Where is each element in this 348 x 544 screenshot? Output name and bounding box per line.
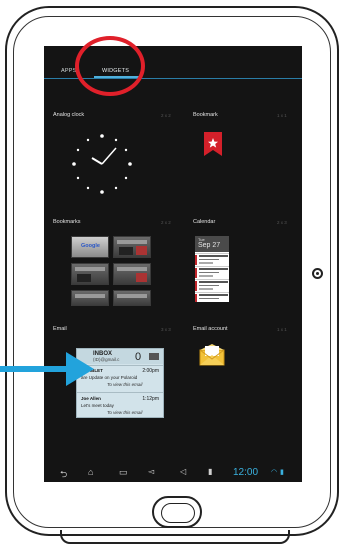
widget-size-calendar: 2 x 3 [277, 220, 287, 225]
bookmark-thumbnail [71, 263, 109, 285]
envelope-icon [149, 353, 159, 360]
email-account-icon[interactable] [199, 344, 225, 366]
recent-apps-icon[interactable]: ▭ [119, 467, 128, 478]
email-time: 1:12pm [142, 396, 159, 402]
widget-label-analog-clock: Analog clock [53, 112, 85, 118]
tab-apps[interactable]: APPS [61, 68, 76, 74]
bookmark-thumbnail [113, 263, 151, 285]
email-preview: To view this email [107, 410, 143, 415]
widget-size-email: 3 x 3 [161, 327, 171, 332]
email-account-address: (ID)@gmail.c [93, 357, 120, 362]
home-icon[interactable]: ⌂ [88, 467, 93, 477]
bookmark-thumbnail: Google [71, 236, 109, 258]
bookmark-thumbnail [113, 290, 151, 306]
widget-label-bookmarks: Bookmarks [53, 219, 81, 225]
calendar-event [195, 292, 229, 302]
screen: APPS WIDGETS Analog clock 2 x 2 Bookmark… [44, 46, 302, 482]
email-time: 2:00pm [142, 368, 159, 374]
wifi-icon: ◠ [271, 469, 278, 476]
pointer-arrow-head [66, 352, 94, 386]
battery-icon: ▮ [280, 469, 284, 476]
tablet-base [60, 530, 290, 544]
highlight-circle [75, 36, 145, 96]
analog-clock-widget[interactable] [66, 128, 138, 200]
calendar-widget[interactable]: Tue Sep 27 [195, 236, 229, 302]
calendar-event [195, 266, 229, 279]
email-subject: Let's meet today [81, 403, 114, 408]
volume-down-icon[interactable]: ◅ [148, 467, 154, 476]
bookmark-thumbnail [71, 290, 109, 306]
pointer-arrow [0, 366, 70, 372]
system-navigation-bar: ⮌ ⌂ ▭ ◅ ◁ ▮ 12:00 ◠ ▮ [44, 464, 302, 482]
bookmark-thumbnail-label: Google [81, 243, 100, 249]
bookmarks-widget[interactable]: Google [71, 236, 153, 314]
widget-label-bookmark: Bookmark [193, 112, 218, 118]
widget-size-bookmark: 1 x 1 [277, 113, 287, 118]
widget-size-email-account: 1 x 1 [277, 327, 287, 332]
notification-icon: ▮ [208, 467, 213, 476]
camera-lens [312, 268, 323, 279]
widget-label-calendar: Calendar [193, 219, 216, 225]
volume-up-icon[interactable]: ◁ [180, 467, 186, 476]
widget-size-analog-clock: 2 x 2 [161, 113, 171, 118]
status-clock[interactable]: 12:00 [233, 467, 258, 478]
bookmark-thumbnail [113, 236, 151, 258]
widget-label-email-account: Email account [193, 326, 228, 332]
calendar-event [195, 279, 229, 292]
calendar-header: Tue Sep 27 [195, 236, 229, 252]
back-icon[interactable]: ⮌ [60, 467, 67, 482]
widget-label-email: Email [53, 326, 67, 332]
email-unread-count: 0 [135, 351, 142, 363]
calendar-event [195, 253, 229, 266]
home-button[interactable] [152, 496, 202, 528]
bookmark-icon[interactable] [204, 132, 222, 156]
calendar-date: Sep 27 [198, 242, 221, 249]
email-message-row[interactable]: Joe Allen 1:12pm Let's meet today To vie… [77, 392, 163, 418]
widget-size-bookmarks: 2 x 2 [161, 220, 171, 225]
email-preview: To view this email [107, 382, 143, 387]
email-sender: Joe Allen [81, 396, 101, 401]
